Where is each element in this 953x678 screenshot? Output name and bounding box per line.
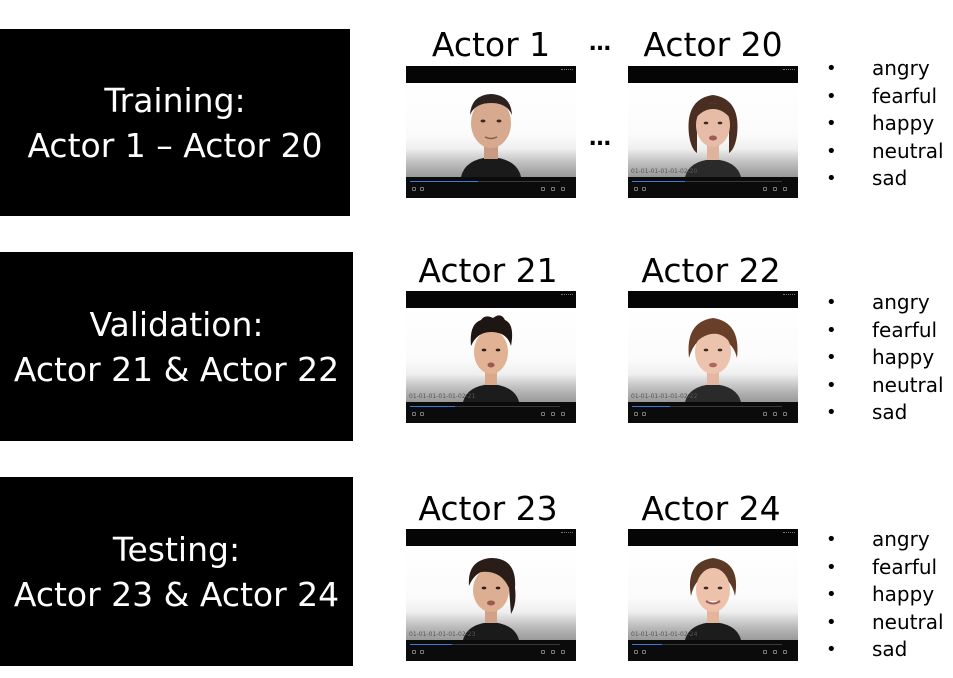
actor-24-video-frame[interactable]: 01-01-01-01-01-02-24	[628, 529, 798, 661]
frames-ellipsis: …	[589, 126, 612, 151]
testing-emotion-list: • angry • fearful • happy • neutral • sad	[826, 526, 944, 664]
emotion-item: • neutral	[826, 138, 944, 166]
bullet-icon: •	[826, 556, 837, 578]
video-topbar	[406, 529, 576, 546]
actor-20-title: Actor 20	[643, 25, 783, 64]
bullet-icon: •	[826, 374, 837, 396]
video-progress[interactable]	[632, 181, 685, 182]
video-filename: 01-01-01-01-01-02-24	[631, 631, 698, 638]
actor-24-title: Actor 24	[641, 489, 781, 528]
video-topbar	[628, 291, 798, 308]
actor-21-face-image	[463, 315, 519, 402]
bullet-icon: •	[826, 639, 837, 660]
video-area: 01-01-01-01-01-02-20	[628, 83, 798, 177]
video-progress[interactable]	[410, 181, 478, 182]
actor-1-face-image	[461, 94, 521, 177]
video-area	[406, 83, 576, 177]
bullet-icon: •	[826, 140, 837, 162]
training-box: Training: Actor 1 – Actor 20	[0, 29, 350, 216]
testing-box: Testing: Actor 23 & Actor 24	[0, 477, 353, 666]
bullet-icon: •	[826, 319, 837, 341]
video-controls	[406, 402, 576, 423]
bullet-icon: •	[826, 611, 837, 633]
video-filename: 01-01-01-01-01-02-21	[409, 393, 476, 400]
actor-22-title: Actor 22	[641, 251, 781, 290]
emotion-item: • sad	[826, 399, 944, 427]
emotion-item: • happy	[826, 581, 944, 609]
actor-23-title: Actor 23	[418, 489, 558, 528]
video-progress[interactable]	[632, 406, 670, 407]
bullet-icon: •	[826, 402, 837, 423]
bullet-icon: •	[826, 58, 837, 79]
bullet-icon: •	[826, 347, 837, 368]
training-range: Actor 1 – Actor 20	[27, 125, 323, 165]
emotion-item: • sad	[826, 636, 944, 664]
actor-20-video-frame[interactable]: 01-01-01-01-01-02-20	[628, 66, 798, 198]
actor-24-face-image	[685, 558, 741, 640]
video-controls	[628, 640, 798, 661]
video-area: 01-01-01-01-01-02-24	[628, 546, 798, 640]
testing-range: Actor 23 & Actor 24	[13, 574, 340, 614]
bullet-icon: •	[826, 85, 837, 107]
video-progress[interactable]	[410, 644, 452, 645]
actor-20-face-image	[685, 95, 741, 177]
video-filename: 01-01-01-01-01-02-20	[631, 168, 698, 175]
video-controls	[406, 177, 576, 198]
video-controls	[628, 402, 798, 423]
emotion-item: • neutral	[826, 372, 944, 400]
emotion-item: • fearful	[826, 554, 944, 582]
title-ellipsis: …	[589, 31, 612, 56]
video-controls	[628, 177, 798, 198]
video-controls	[406, 640, 576, 661]
bullet-icon: •	[826, 584, 837, 605]
validation-box: Validation: Actor 21 & Actor 22	[0, 252, 353, 441]
video-progress[interactable]	[410, 406, 455, 407]
emotion-item: • sad	[826, 165, 944, 193]
emotion-item: • fearful	[826, 317, 944, 345]
emotion-item: • neutral	[826, 609, 944, 637]
actor-23-video-frame[interactable]: 01-01-01-01-01-02-23	[406, 529, 576, 661]
training-emotion-list: • angry • fearful • happy • neutral • sad	[826, 55, 944, 193]
validation-emotion-list: • angry • fearful • happy • neutral • sad	[826, 289, 944, 427]
bullet-icon: •	[826, 529, 837, 550]
validation-label: Validation:	[89, 304, 264, 344]
video-filename: 01-01-01-01-01-02-22	[631, 393, 698, 400]
emotion-item: • angry	[826, 55, 944, 83]
video-topbar	[406, 291, 576, 308]
video-area: 01-01-01-01-01-02-23	[406, 546, 576, 640]
testing-label: Testing:	[112, 529, 241, 569]
validation-range: Actor 21 & Actor 22	[13, 349, 340, 389]
video-filename: 01-01-01-01-01-02-23	[409, 631, 476, 638]
actor-22-face-image	[685, 318, 741, 402]
emotion-item: • happy	[826, 110, 944, 138]
video-topbar	[628, 529, 798, 546]
actor-23-face-image	[463, 558, 519, 640]
actor-1-title: Actor 1	[431, 25, 551, 64]
video-area: 01-01-01-01-01-02-21	[406, 308, 576, 402]
bullet-icon: •	[826, 292, 837, 313]
emotion-item: • angry	[826, 289, 944, 317]
emotion-item: • happy	[826, 344, 944, 372]
actor-21-title: Actor 21	[418, 251, 558, 290]
video-topbar	[628, 66, 798, 83]
bullet-icon: •	[826, 168, 837, 189]
actor-1-video-frame[interactable]	[406, 66, 576, 198]
actor-21-video-frame[interactable]: 01-01-01-01-01-02-21	[406, 291, 576, 423]
video-topbar	[406, 66, 576, 83]
emotion-item: • angry	[826, 526, 944, 554]
training-label: Training:	[104, 80, 246, 120]
actor-22-video-frame[interactable]: 01-01-01-01-01-02-22	[628, 291, 798, 423]
video-progress[interactable]	[632, 644, 662, 645]
video-area: 01-01-01-01-01-02-22	[628, 308, 798, 402]
emotion-item: • fearful	[826, 83, 944, 111]
bullet-icon: •	[826, 113, 837, 134]
